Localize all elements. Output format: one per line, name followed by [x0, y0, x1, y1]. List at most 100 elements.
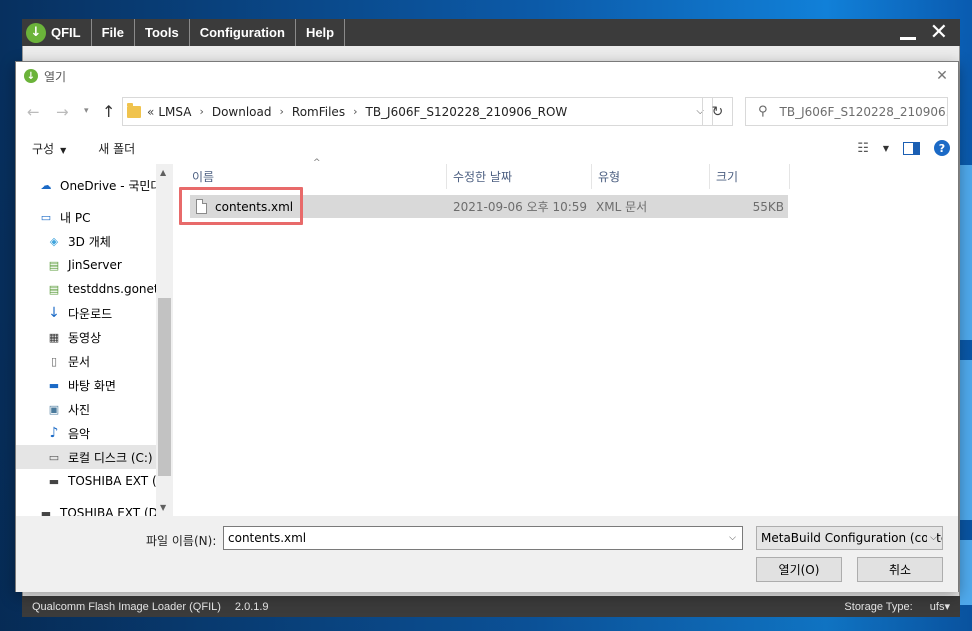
column-header-date[interactable]: 수정한 날짜 — [447, 164, 592, 189]
menu-file[interactable]: File — [90, 19, 134, 46]
dialog-title-bar: ↓ 열기 ✕ — [16, 62, 958, 90]
chevron-right-icon[interactable]: › — [280, 105, 284, 118]
desktop-icon: ▬ — [48, 378, 60, 392]
qfil-title-bar: ↓ QFIL File Tools Configuration Help ✕ — [22, 19, 960, 46]
external-drive-icon: ▬ — [40, 506, 52, 517]
column-header-size[interactable]: 크기 — [710, 164, 790, 189]
close-button[interactable]: ✕ — [930, 21, 948, 44]
status-app-name: Qualcomm Flash Image Loader (QFIL) — [32, 600, 221, 613]
breadcrumb-item[interactable]: Download — [212, 105, 272, 119]
download-arrow-icon: ↓ — [26, 22, 46, 43]
folder-icon — [127, 102, 141, 118]
local-disk-icon: ▭ — [48, 450, 60, 464]
column-header-type[interactable]: 유형 — [592, 164, 710, 189]
sidebar-item-local-disk[interactable]: ▭ 로컬 디스크 (C:) — [16, 445, 156, 469]
navigation-pane: ☁ OneDrive - 국민대 ▭ 내 PC ◈ 3D 개체 ▤ JinServer … — [16, 164, 172, 516]
qfil-logo: ↓ QFIL — [22, 19, 91, 46]
help-icon[interactable]: ? — [934, 140, 950, 156]
organize-button[interactable]: 구성 ▼ — [16, 140, 82, 157]
scroll-down-icon[interactable]: ▼ — [160, 503, 166, 512]
onedrive-icon: ☁ — [40, 178, 52, 192]
menu-help[interactable]: Help — [294, 19, 346, 46]
sidebar-item-pictures[interactable]: ▣ 사진 — [46, 397, 171, 421]
breadcrumb: LMSA › Download › RomFiles › TB_J606F_S1202… — [158, 105, 567, 119]
file-type-select[interactable]: MetaBuild Configuration (contents.xml) ⌵ — [756, 526, 943, 550]
qfil-status-bar: Qualcomm Flash Image Loader (QFIL) 2.0.1… — [22, 596, 960, 617]
qfil-small-icon: ↓ — [24, 69, 38, 83]
scrollbar-thumb[interactable] — [158, 298, 171, 476]
recent-locations-chevron-icon[interactable]: ▾ — [84, 106, 89, 116]
sidebar-item-videos[interactable]: ▦ 동영상 — [46, 325, 171, 349]
sidebar-item-toshiba-drive-root[interactable]: ▬ TOSHIBA EXT (D:) — [38, 501, 171, 517]
menu-configuration[interactable]: Configuration — [188, 19, 295, 46]
breadcrumb-item[interactable]: LMSA — [158, 105, 191, 119]
command-bar: 구성 ▼ 새 폴더 ☷ ▼ ? — [16, 132, 958, 164]
scroll-up-icon[interactable]: ▲ — [160, 168, 166, 177]
sidebar-item-this-pc[interactable]: ▭ 내 PC — [38, 205, 171, 229]
forward-arrow-icon[interactable]: → — [56, 103, 69, 121]
view-options-dropdown-icon[interactable]: ▼ — [883, 144, 889, 153]
column-header-name[interactable]: 이름 — [186, 164, 447, 189]
details-view-icon[interactable]: ☷ — [857, 141, 869, 156]
network-drive-icon: ▤ — [48, 258, 60, 272]
navigation-bar: ← → ▾ ↑ « LMSA › Download › RomFiles › TB_J… — [16, 96, 958, 128]
refresh-icon: ↻ — [711, 103, 724, 120]
address-bar[interactable]: « LMSA › Download › RomFiles › TB_J606F_S12… — [122, 97, 713, 126]
sidebar-item-desktop[interactable]: ▬ 바탕 화면 — [46, 373, 171, 397]
background-window-edge — [960, 360, 972, 520]
background-window-edge — [960, 540, 972, 605]
chevron-down-icon: ⌵ — [927, 533, 937, 543]
dropdown-arrow-icon: ▾ — [944, 601, 950, 613]
search-placeholder: TB_J606F_S120228_210906... — [779, 104, 948, 119]
file-name-label: 파일 이름(N): — [146, 534, 217, 548]
sidebar-item-3d-objects[interactable]: ◈ 3D 개체 — [46, 229, 171, 253]
file-name-input[interactable]: contents.xml ⌵ — [223, 526, 743, 550]
pc-icon: ▭ — [40, 210, 52, 224]
annotation-highlight — [179, 187, 303, 225]
pictures-icon: ▣ — [48, 402, 60, 416]
qfil-app-name: QFIL — [51, 25, 81, 40]
qfil-menu-bar: File Tools Configuration Help — [90, 19, 346, 46]
sidebar-item-onedrive[interactable]: ☁ OneDrive - 국민대 — [38, 173, 171, 197]
chevron-right-icon[interactable]: › — [353, 105, 357, 118]
dialog-close-button[interactable]: ✕ — [926, 68, 958, 84]
refresh-button[interactable]: ↻ — [702, 97, 733, 126]
menu-tools[interactable]: Tools — [134, 19, 189, 46]
sidebar-item-downloads[interactable]: ↓ 다운로드 — [46, 301, 171, 325]
chevron-down-icon[interactable]: ⌵ — [729, 533, 736, 543]
file-size: 55KB — [752, 199, 784, 214]
file-type: XML 문서 — [596, 200, 648, 214]
music-icon: ♪ — [49, 425, 59, 441]
minimize-button[interactable] — [899, 37, 916, 40]
up-arrow-icon[interactable]: ↑ — [102, 102, 115, 121]
breadcrumb-item[interactable]: TB_J606F_S120228_210906_ROW — [365, 105, 567, 119]
dialog-title: 열기 — [44, 69, 67, 84]
download-icon: ↓ — [48, 305, 60, 321]
external-drive-icon: ▬ — [48, 474, 60, 488]
view-controls: ☷ ▼ ? — [857, 140, 950, 156]
back-arrow-icon[interactable]: ← — [27, 103, 40, 121]
breadcrumb-overflow[interactable]: « — [147, 105, 154, 119]
cancel-button[interactable]: 취소 — [857, 557, 943, 582]
breadcrumb-item[interactable]: RomFiles — [292, 105, 345, 119]
3d-objects-icon: ◈ — [49, 234, 59, 248]
document-icon: ▯ — [50, 354, 58, 368]
sidebar-item-toshiba-drive[interactable]: ▬ TOSHIBA EXT (D:) — [46, 469, 171, 493]
storage-type-select[interactable]: ufs▾ — [930, 601, 950, 613]
sidebar-item-music[interactable]: ♪ 음악 — [46, 421, 171, 445]
storage-type: Storage Type: ufs▾ — [844, 600, 950, 613]
sidebar-item-jinserver[interactable]: ▤ JinServer — [46, 253, 171, 277]
sidebar-scrollbar[interactable]: ▲ ▼ — [156, 164, 173, 516]
search-icon: ⚲ — [758, 104, 768, 119]
network-drive-icon: ▤ — [48, 282, 60, 296]
open-button[interactable]: 열기(O) — [756, 557, 842, 582]
preview-pane-icon[interactable] — [903, 141, 920, 155]
search-input[interactable]: ⚲ TB_J606F_S120228_210906... — [745, 97, 948, 126]
sidebar-item-documents[interactable]: ▯ 문서 — [46, 349, 171, 373]
sidebar-item-testddns[interactable]: ▤ testddns.gonetis — [46, 277, 171, 301]
chevron-right-icon[interactable]: › — [199, 105, 203, 118]
status-version: 2.0.1.9 — [234, 600, 269, 613]
new-folder-button[interactable]: 새 폴더 — [82, 140, 151, 157]
file-date: 2021-09-06 오후 10:59 — [453, 200, 588, 214]
video-icon: ▦ — [48, 330, 60, 344]
